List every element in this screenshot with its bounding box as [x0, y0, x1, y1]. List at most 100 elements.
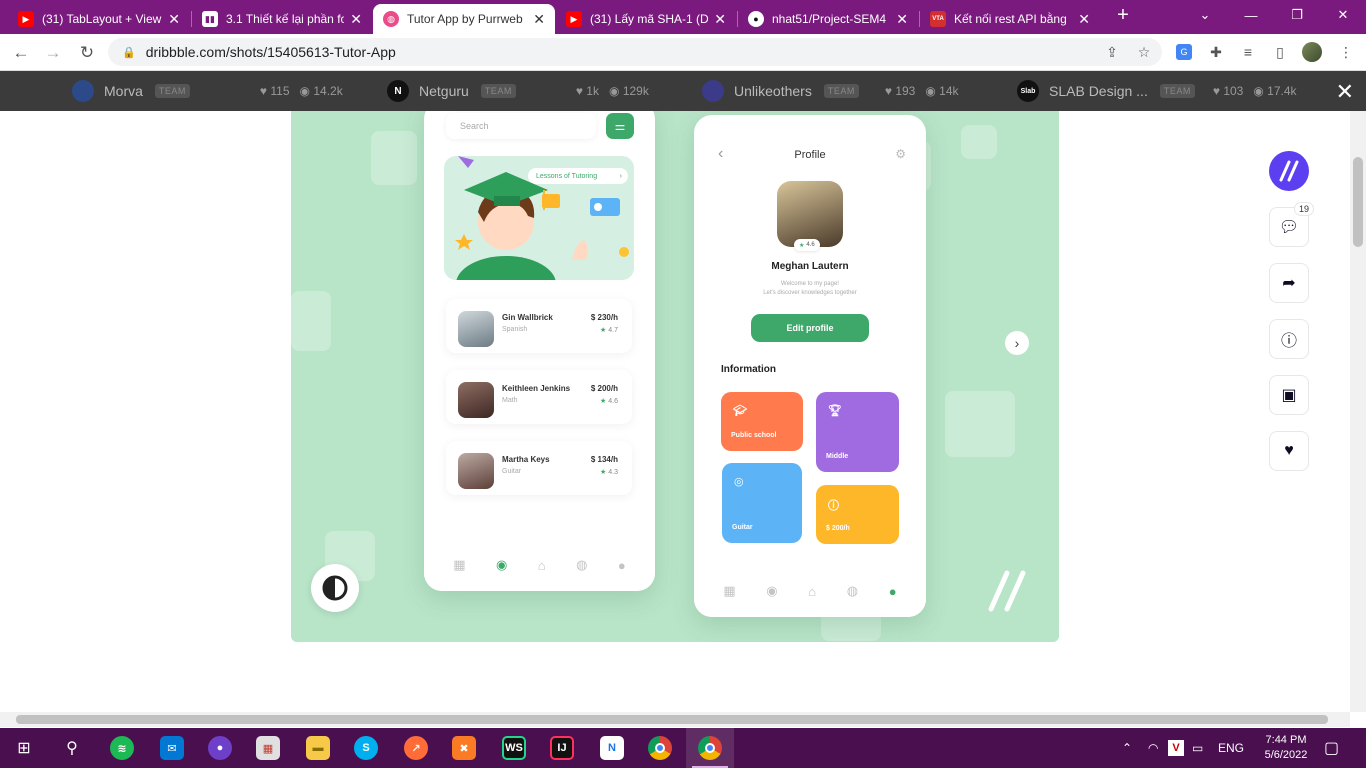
github-desktop-app[interactable]: ●: [196, 728, 244, 768]
battery-icon[interactable]: ▭: [1192, 728, 1203, 768]
close-icon[interactable]: ✕: [708, 11, 726, 28]
team-morva[interactable]: Morva TEAM ♥ 115 ◉ 14.2k: [72, 79, 343, 103]
lessons-banner[interactable]: Lessons of Tutoring ›: [444, 156, 634, 280]
arrow-right-icon: →: [44, 43, 62, 62]
translate-icon[interactable]: G: [1176, 44, 1192, 60]
next-shot-button[interactable]: ›: [1005, 331, 1029, 355]
profile-name: Meghan Lautern: [771, 261, 849, 272]
info-card-price[interactable]: ⓘ $ 200/h: [816, 485, 899, 544]
address-bar[interactable]: 🔒 dribbble.com/shots/15405613-Tutor-App: [108, 38, 1162, 66]
back-button[interactable]: ←: [8, 40, 34, 66]
close-icon[interactable]: ✕: [1072, 11, 1090, 28]
chrome-app[interactable]: [636, 728, 684, 768]
home-icon[interactable]: ⌂: [538, 558, 546, 573]
tab-tablayout[interactable]: ▶ (31) TabLayout + View ✕: [8, 4, 190, 34]
reload-button[interactable]: ↻: [74, 40, 100, 66]
tab-github-project[interactable]: ● nhat51/Project-SEM4 ✕: [738, 4, 918, 34]
chevron-right-icon: ›: [1014, 335, 1020, 351]
like-button[interactable]: ♥: [1269, 431, 1309, 471]
save-to-collection-button[interactable]: ▣: [1269, 375, 1309, 415]
settings-gear-icon[interactable]: ⚙: [895, 147, 906, 161]
close-icon[interactable]: ✕: [344, 11, 362, 28]
calendar-icon[interactable]: ▦: [453, 557, 465, 573]
window-close-button[interactable]: ✕: [1320, 0, 1366, 30]
comments-button[interactable]: 💬︎ 19: [1269, 202, 1314, 247]
profile-avatar[interactable]: [1302, 42, 1322, 62]
calendar-icon[interactable]: ▦: [723, 583, 735, 599]
new-tab-button[interactable]: +: [1100, 0, 1146, 30]
tab-rest-api[interactable]: VTA Kết nối rest API bằng ✕: [920, 4, 1100, 34]
extensions-icon[interactable]: ✚: [1206, 42, 1226, 62]
info-card-subject[interactable]: ◎ Guitar: [722, 463, 802, 543]
profile-icon[interactable]: ●: [618, 558, 626, 573]
compass-icon[interactable]: ◉: [496, 557, 507, 573]
eye-icon: ◉: [299, 84, 311, 98]
theme-toggle-button[interactable]: [311, 564, 359, 612]
shot-details-button[interactable]: ⓘ: [1269, 319, 1309, 359]
share-button[interactable]: ➦: [1269, 263, 1309, 303]
comments-count: 19: [1293, 202, 1314, 216]
forward-button[interactable]: →: [40, 40, 66, 66]
edit-profile-button[interactable]: Edit profile: [751, 314, 869, 342]
notifications-icon[interactable]: ▢: [1324, 728, 1339, 768]
close-shot-button[interactable]: ✕: [1336, 79, 1354, 105]
chrome-app-active[interactable]: [686, 728, 734, 768]
info-card-level[interactable]: 🏆︎ Middle: [816, 392, 899, 472]
close-icon[interactable]: ✕: [890, 11, 908, 28]
vietkey-icon[interactable]: V: [1168, 740, 1184, 756]
tutor-card[interactable]: Gin Wallbrick Spanish $ 230/h ★ 4.7: [446, 299, 632, 353]
webstorm-app[interactable]: WS: [490, 728, 538, 768]
team-netguru[interactable]: N Netguru TEAM ♥ 1k ◉ 129k: [387, 79, 649, 103]
team-unlikeothers[interactable]: Unlikeothers TEAM ♥ 193 ◉ 14k: [702, 79, 959, 103]
browser-toolbar: ← → ↻ 🔒 dribbble.com/shots/15405613-Tuto…: [0, 34, 1366, 71]
search-input[interactable]: Search: [446, 113, 596, 139]
share-icon[interactable]: ⇪: [1102, 42, 1122, 62]
rating-badge: ★ 4.6: [794, 239, 820, 251]
tab-sha1[interactable]: ▶ (31) Lấy mã SHA-1 (De ✕: [556, 4, 736, 34]
compass-icon[interactable]: ◉: [766, 583, 777, 599]
scroll-thumb[interactable]: [1353, 157, 1363, 247]
team-slab-design[interactable]: Slab SLAB Design ... TEAM ♥ 103 ◉ 17.4k: [1017, 79, 1297, 103]
xampp-app[interactable]: ✖: [440, 728, 488, 768]
minimize-button[interactable]: —: [1228, 0, 1274, 30]
info-card-school[interactable]: 🎓︎ Public school: [721, 392, 803, 451]
tab-thiet-ke[interactable]: ▮▮ 3.1 Thiết kế lại phần fo ✕: [192, 4, 372, 34]
restore-button[interactable]: ❐: [1274, 0, 1320, 30]
contrast-icon: [322, 575, 348, 601]
heart-icon: ♥: [259, 84, 268, 98]
intellij-app[interactable]: IJ: [538, 728, 586, 768]
mail-app[interactable]: ✉: [148, 728, 196, 768]
start-button[interactable]: ⊞: [0, 728, 48, 768]
clock[interactable]: 7:44 PM 5/6/2022: [1254, 728, 1318, 768]
tutor-card[interactable]: Martha Keys Guitar $ 134/h ★ 4.3: [446, 441, 632, 495]
menu-icon[interactable]: ⋮: [1336, 42, 1356, 62]
vertical-scrollbar[interactable]: [1350, 111, 1366, 712]
search-button[interactable]: ⚲: [48, 728, 96, 768]
designer-avatar[interactable]: [1269, 151, 1309, 191]
tab-tutor-app[interactable]: ◍ Tutor App by Purrweb ✕: [373, 4, 555, 34]
chat-icon[interactable]: ◍: [847, 583, 858, 599]
tray-overflow-icon[interactable]: ⌃: [1122, 728, 1132, 768]
language-indicator[interactable]: ENG: [1218, 728, 1244, 768]
home-icon[interactable]: ⌂: [808, 584, 816, 599]
close-icon[interactable]: ✕: [162, 11, 180, 28]
tutor-card[interactable]: Keithleen Jenkins Math $ 200/h ★ 4.6: [446, 370, 632, 424]
spotify-icon: ≋: [110, 736, 134, 760]
skype-app[interactable]: S: [342, 728, 390, 768]
side-panel-icon[interactable]: ▯: [1270, 42, 1290, 62]
profile-icon[interactable]: ●: [889, 584, 897, 599]
bookmark-star-icon[interactable]: ☆: [1134, 42, 1154, 62]
postman-app[interactable]: ↗: [392, 728, 440, 768]
app-icon[interactable]: ▦: [244, 728, 292, 768]
tab-search-button[interactable]: ⌄: [1182, 0, 1228, 30]
chat-icon[interactable]: ◍: [576, 557, 587, 573]
spotify-app[interactable]: ≋: [98, 728, 146, 768]
filter-button[interactable]: ⚌: [606, 113, 634, 139]
file-explorer-app[interactable]: ▬: [294, 728, 342, 768]
horizontal-scrollbar[interactable]: [0, 712, 1350, 727]
app-n-icon[interactable]: N: [588, 728, 636, 768]
reading-list-icon[interactable]: ≡: [1238, 42, 1258, 62]
close-icon[interactable]: ✕: [527, 11, 545, 28]
scroll-thumb[interactable]: [16, 715, 1328, 724]
wifi-icon[interactable]: ◠: [1148, 728, 1158, 768]
